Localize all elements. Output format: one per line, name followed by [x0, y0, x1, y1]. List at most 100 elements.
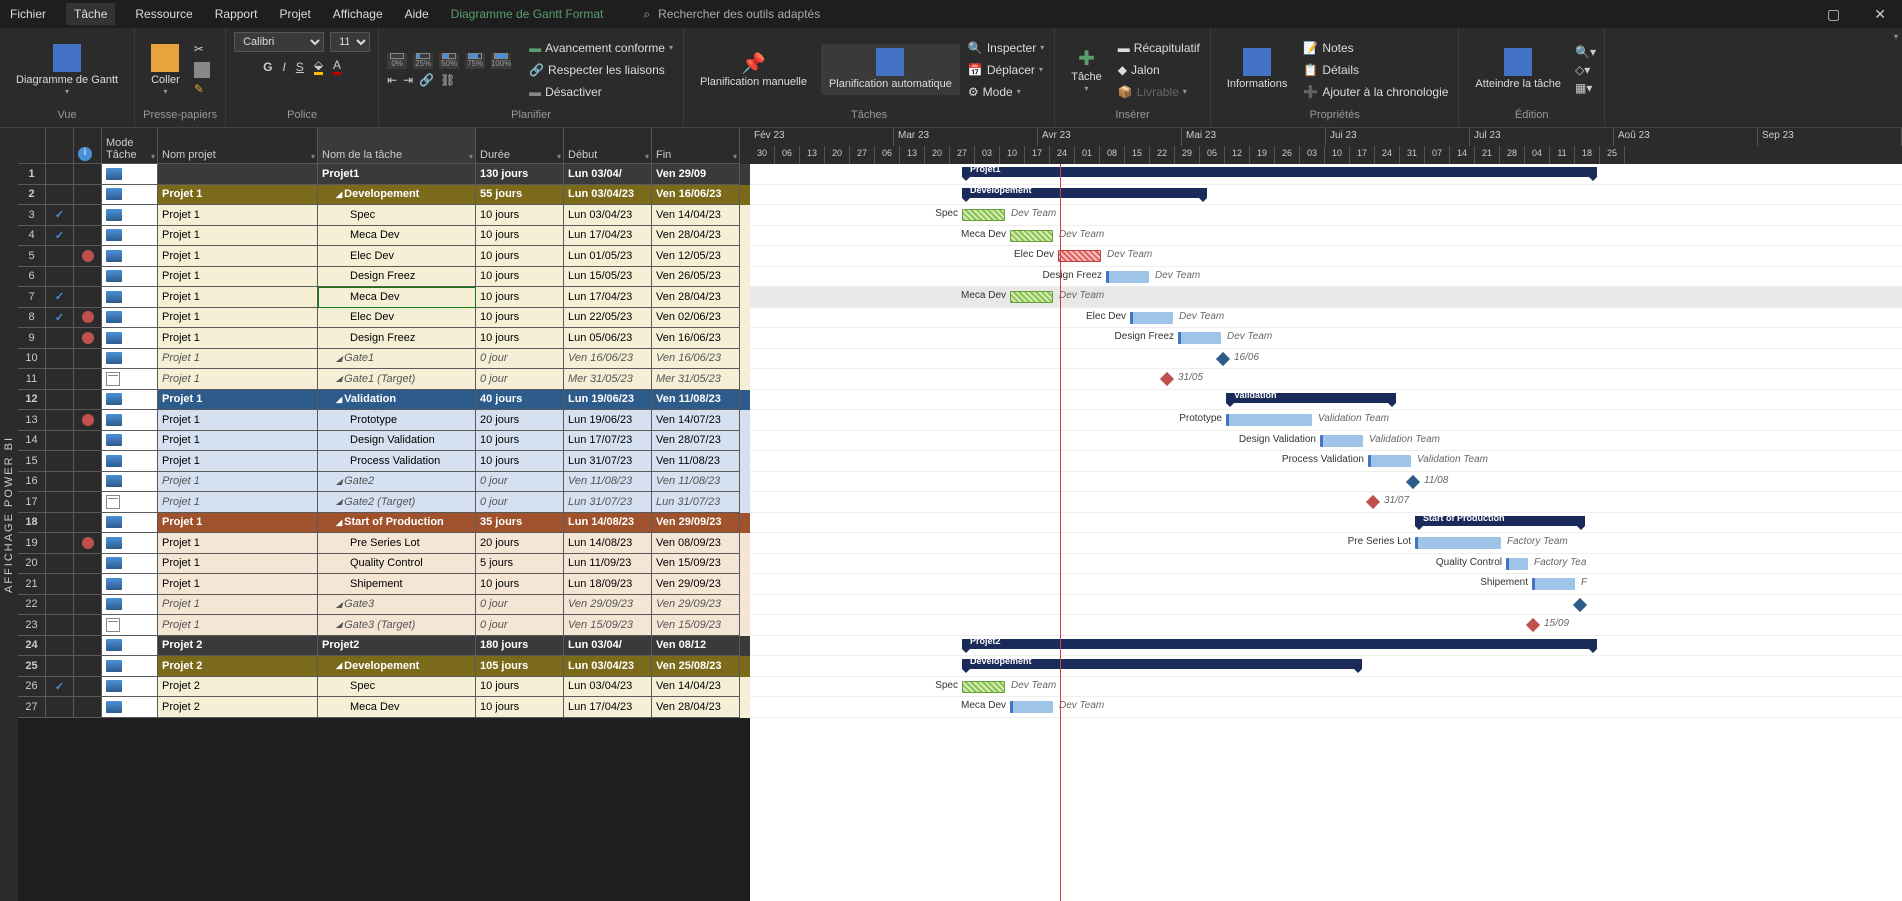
gantt-row[interactable]: 11/08 — [750, 472, 1902, 493]
task-row[interactable]: 26✓Projet 2Spec10 joursLun 03/04/23Ven 1… — [18, 677, 750, 698]
gantt-row[interactable]: Design ValidationValidation Team — [750, 431, 1902, 452]
project-cell[interactable]: Projet 2 — [158, 677, 318, 698]
col-mode[interactable]: Mode Tâche▾ — [102, 128, 158, 164]
taskname-cell[interactable]: Pre Series Lot — [318, 533, 476, 554]
row-number[interactable]: 3 — [18, 205, 46, 226]
row-number[interactable]: 4 — [18, 226, 46, 247]
task-bar[interactable] — [1106, 271, 1149, 283]
duration-cell[interactable]: 130 jours — [476, 164, 564, 185]
row-number[interactable]: 2 — [18, 185, 46, 206]
gantt-row[interactable]: Developement — [750, 656, 1902, 677]
link-icon[interactable]: 🔗 — [419, 73, 434, 87]
start-cell[interactable]: Lun 31/07/23 — [564, 451, 652, 472]
row-number[interactable]: 20 — [18, 554, 46, 575]
col-start[interactable]: Début▾ — [564, 128, 652, 164]
end-cell[interactable]: Ven 14/07/23 — [652, 410, 740, 431]
taskname-cell[interactable]: ◢Validation — [318, 390, 476, 411]
mode-cell[interactable] — [102, 656, 158, 677]
gantt-row[interactable]: Process ValidationValidation Team — [750, 451, 1902, 472]
taskname-cell[interactable]: Shipement — [318, 574, 476, 595]
milestone-marker[interactable] — [1573, 597, 1587, 611]
pct-button-75%[interactable]: 75% — [465, 53, 485, 69]
end-cell[interactable]: Ven 16/06/23 — [652, 185, 740, 206]
mode-cell[interactable] — [102, 205, 158, 226]
project-cell[interactable]: Projet 1 — [158, 267, 318, 288]
row-number[interactable]: 27 — [18, 697, 46, 718]
project-cell[interactable]: Projet 1 — [158, 595, 318, 616]
task-bar[interactable] — [1130, 312, 1173, 324]
project-cell[interactable]: Projet 1 — [158, 328, 318, 349]
task-row[interactable]: 5Projet 1Elec Dev10 joursLun 01/05/23Ven… — [18, 246, 750, 267]
row-number[interactable]: 21 — [18, 574, 46, 595]
auto-schedule-button[interactable]: Planification automatique — [821, 44, 960, 95]
row-number[interactable]: 17 — [18, 492, 46, 513]
gantt-row[interactable]: SpecDev Team — [750, 205, 1902, 226]
task-row[interactable]: 19Projet 1Pre Series Lot20 joursLun 14/0… — [18, 533, 750, 554]
taskname-cell[interactable]: Process Validation — [318, 451, 476, 472]
project-cell[interactable]: Projet 1 — [158, 615, 318, 636]
mode-cell[interactable] — [102, 267, 158, 288]
project-cell[interactable]: Projet 1 — [158, 349, 318, 370]
project-cell[interactable]: Projet 2 — [158, 697, 318, 718]
start-cell[interactable]: Lun 31/07/23 — [564, 492, 652, 513]
end-cell[interactable]: Ven 11/08/23 — [652, 472, 740, 493]
start-cell[interactable]: Lun 22/05/23 — [564, 308, 652, 329]
task-bar[interactable] — [1532, 578, 1575, 590]
task-bar[interactable] — [1320, 435, 1363, 447]
col-taskname[interactable]: Nom de la tâche▾ — [318, 128, 476, 164]
end-cell[interactable]: Ven 28/04/23 — [652, 697, 740, 718]
task-row[interactable]: 9Projet 1Design Freez10 joursLun 05/06/2… — [18, 328, 750, 349]
row-number[interactable]: 24 — [18, 636, 46, 657]
duration-cell[interactable]: 0 jour — [476, 492, 564, 513]
respect-links-button[interactable]: 🔗Respecter les liaisons — [527, 61, 675, 79]
duration-cell[interactable]: 35 jours — [476, 513, 564, 534]
end-cell[interactable]: Mer 31/05/23 — [652, 369, 740, 390]
task-row[interactable]: 17Projet 1◢Gate2 (Target)0 jourLun 31/07… — [18, 492, 750, 513]
start-cell[interactable]: Lun 15/05/23 — [564, 267, 652, 288]
gantt-row[interactable]: 16/06 — [750, 349, 1902, 370]
duration-cell[interactable]: 40 jours — [476, 390, 564, 411]
pct-button-50%[interactable]: 50% — [439, 53, 459, 69]
mode-cell[interactable] — [102, 492, 158, 513]
mode-cell[interactable] — [102, 287, 158, 308]
row-number[interactable]: 15 — [18, 451, 46, 472]
task-row[interactable]: 2Projet 1◢Developement55 joursLun 03/04/… — [18, 185, 750, 206]
underline-button[interactable]: S — [296, 60, 304, 74]
duration-cell[interactable]: 0 jour — [476, 615, 564, 636]
task-row[interactable]: 20Projet 1Quality Control5 joursLun 11/0… — [18, 554, 750, 575]
row-number[interactable]: 8 — [18, 308, 46, 329]
fill-color-button[interactable]: ⬙ — [314, 58, 323, 75]
start-cell[interactable]: Ven 11/08/23 — [564, 472, 652, 493]
project-cell[interactable]: Projet 1 — [158, 390, 318, 411]
start-cell[interactable]: Lun 19/06/23 — [564, 410, 652, 431]
row-number[interactable]: 26 — [18, 677, 46, 698]
task-row[interactable]: 15Projet 1Process Validation10 joursLun … — [18, 451, 750, 472]
cut-icon[interactable]: ✂ — [194, 42, 210, 58]
task-row[interactable]: 14Projet 1Design Validation10 joursLun 1… — [18, 431, 750, 452]
clear-icon[interactable]: ◇▾ — [1575, 63, 1596, 77]
col-indicators[interactable] — [46, 128, 74, 164]
task-row[interactable]: 18Projet 1◢Start of Production35 joursLu… — [18, 513, 750, 534]
summary-bar[interactable] — [962, 639, 1597, 649]
project-cell[interactable]: Projet 1 — [158, 533, 318, 554]
gantt-row[interactable]: Validation — [750, 390, 1902, 411]
duration-cell[interactable]: 20 jours — [476, 533, 564, 554]
menu-aide[interactable]: Aide — [403, 3, 431, 25]
row-number[interactable]: 1 — [18, 164, 46, 185]
taskname-cell[interactable]: Prototype — [318, 410, 476, 431]
mode-cell[interactable] — [102, 677, 158, 698]
taskname-cell[interactable]: ◢Gate1 (Target) — [318, 369, 476, 390]
pct-button-25%[interactable]: 25% — [413, 53, 433, 69]
font-name-select[interactable]: Calibri — [234, 32, 324, 52]
paste-button[interactable]: Coller▾ — [143, 40, 188, 100]
taskname-cell[interactable]: Projet1 — [318, 164, 476, 185]
start-cell[interactable]: Lun 17/04/23 — [564, 226, 652, 247]
project-cell[interactable]: Projet 1 — [158, 205, 318, 226]
duration-cell[interactable]: 10 jours — [476, 308, 564, 329]
mode-cell[interactable] — [102, 533, 158, 554]
taskname-cell[interactable]: ◢Developement — [318, 185, 476, 206]
taskname-cell[interactable]: ◢Gate3 (Target) — [318, 615, 476, 636]
mode-cell[interactable] — [102, 328, 158, 349]
task-row[interactable]: 27Projet 2Meca Dev10 joursLun 17/04/23Ve… — [18, 697, 750, 718]
start-cell[interactable]: Mer 31/05/23 — [564, 369, 652, 390]
